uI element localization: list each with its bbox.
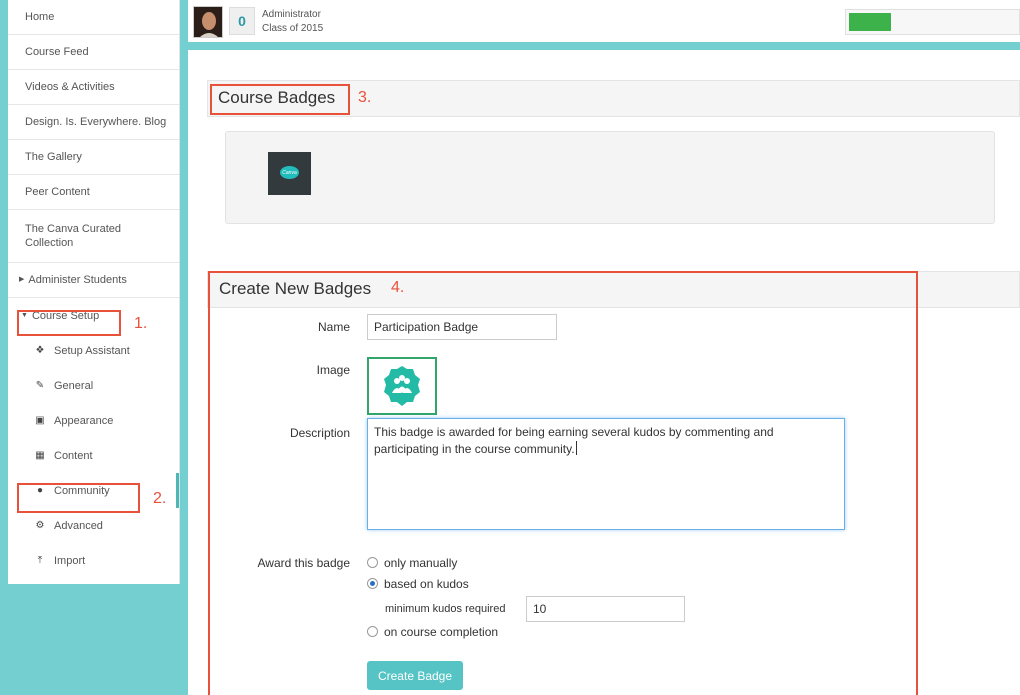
sidebar-item-label: Peer Content [25,186,90,198]
sidebar-item-peer-content[interactable]: Peer Content [8,175,179,210]
sidebar-sub-content[interactable]: ▦ Content [8,438,179,473]
annotation-box-2 [17,483,140,513]
sidebar-item-label: Course Feed [25,46,89,58]
badges-panel [225,131,995,224]
avatar-image [194,7,222,37]
top-bar-accent [188,42,1020,50]
avatar[interactable] [193,6,223,38]
sidebar-sub-setup-assistant[interactable]: ❖ Setup Assistant [8,333,179,368]
sidebar-item-course-feed[interactable]: Course Feed [8,35,179,70]
sidebar-item-label: Administer Students [28,274,127,286]
image-icon: ▣ [35,415,45,426]
canva-badge[interactable]: Canva [268,152,311,195]
info-icon: ❖ [35,345,45,356]
user-role: Administrator [262,9,321,20]
kudos-count: 0 [229,7,255,35]
progress-fill [849,13,891,31]
sidebar-sub-appearance[interactable]: ▣ Appearance [8,403,179,438]
sidebar-item-label: The Canva Curated Collection [25,223,121,249]
sidebar-item-home[interactable]: Home [8,0,179,35]
sidebar-sub-label: Appearance [54,414,114,427]
sidebar-item-blog[interactable]: Design. Is. Everywhere. Blog [8,105,179,140]
caret-right-icon: ▶ [19,276,25,283]
sidebar-sub-label: Setup Assistant [54,344,130,357]
upload-icon: ⤒ [37,555,43,566]
sidebar-item-label: Design. Is. Everywhere. Blog [25,116,167,128]
badge-logo: Canva [280,166,299,179]
sidebar-sub-label: Advanced [54,519,103,532]
sidebar-left-border [0,0,8,695]
gears-icon: ⚙ [35,520,45,531]
edit-icon: ✎ [35,380,45,391]
sidebar-footer [8,584,188,695]
annotation-box-4 [208,271,918,695]
sidebar-item-label: The Gallery [25,151,82,163]
user-class: Class of 2015 [262,23,324,34]
sidebar-item-gallery[interactable]: The Gallery [8,140,179,175]
sidebar-item-videos[interactable]: Videos & Activities [8,70,179,105]
sidebar-item-label: Videos & Activities [25,81,115,93]
sidebar-item-curated-collection[interactable]: The Canva Curated Collection [8,210,179,263]
sidebar-sub-advanced[interactable]: ⚙ Advanced [8,508,179,543]
annotation-box-3 [210,84,350,115]
annotation-box-1 [17,310,121,336]
sidebar-item-label: Home [25,11,55,23]
annotation-number-1: 1. [134,315,148,332]
sidebar-sub-label: Import [54,554,86,567]
sidebar-item-administer-students[interactable]: ▶ Administer Students [8,263,179,298]
sidebar-sub-general[interactable]: ✎ General [8,368,179,403]
annotation-number-3: 3. [358,89,372,106]
progress-bar [845,9,1020,35]
sidebar-sub-label: Content [54,449,93,462]
annotation-number-2: 2. [153,490,167,507]
sidebar-sub-import[interactable]: ⤒ Import [8,543,179,578]
sitemap-icon: ▦ [35,450,45,461]
sidebar-sub-label: General [54,379,94,392]
